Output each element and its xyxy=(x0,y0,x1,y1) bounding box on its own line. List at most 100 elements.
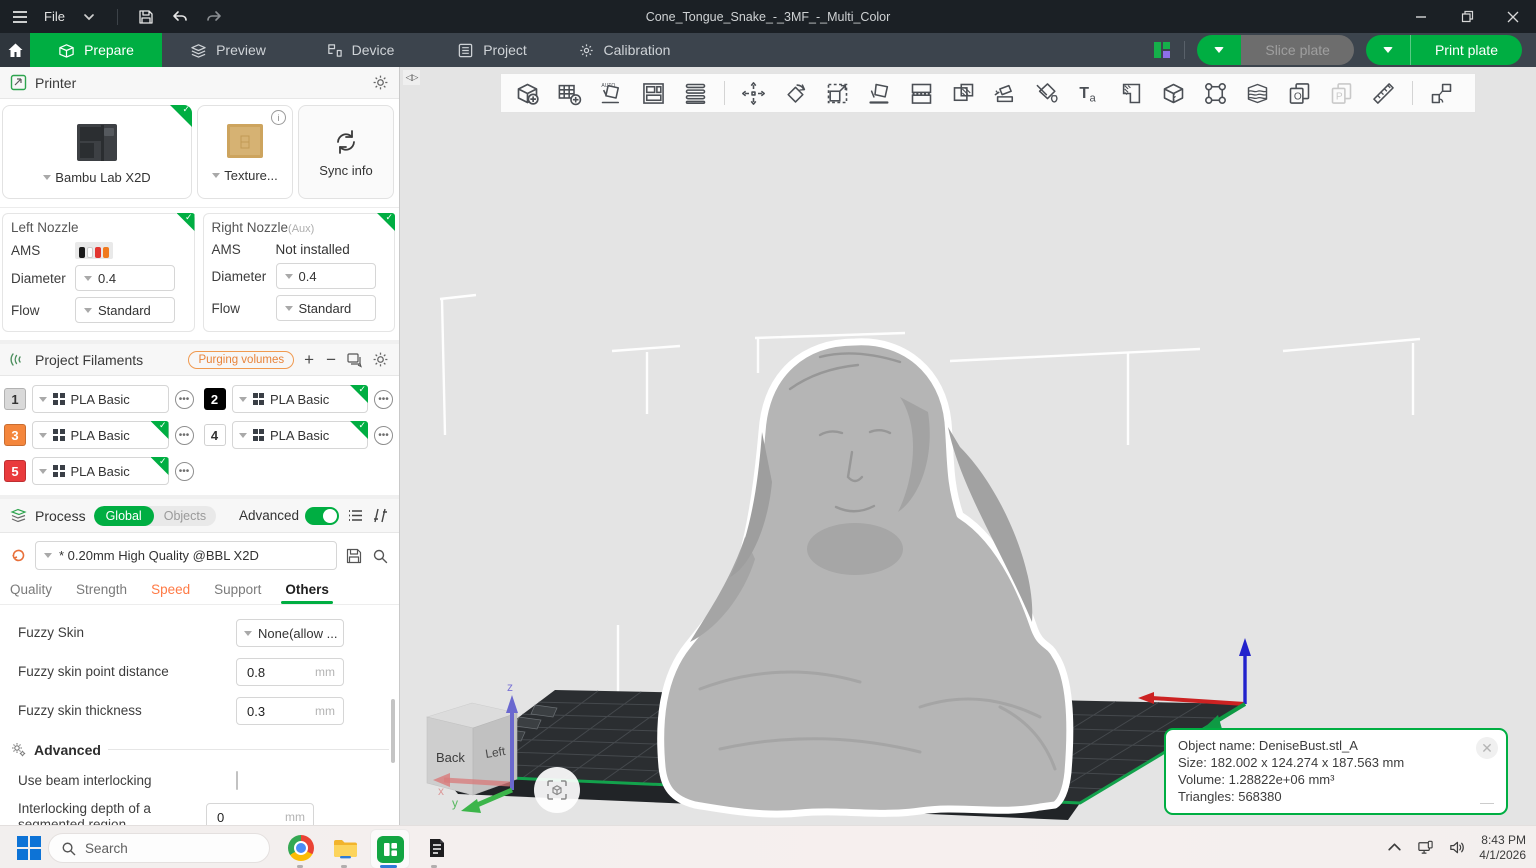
right-diameter-select[interactable]: 0.4 xyxy=(276,263,376,289)
bambu-studio-app-icon[interactable] xyxy=(370,829,410,868)
filament-select[interactable]: PLA Basic xyxy=(232,421,369,449)
file-menu[interactable]: File xyxy=(44,9,65,24)
left-flow-select[interactable]: Standard xyxy=(75,297,175,323)
slice-plate-button[interactable]: Slice plate xyxy=(1241,35,1354,65)
tab-quality[interactable]: Quality xyxy=(10,582,52,604)
filament-select[interactable]: PLA Basic xyxy=(32,457,169,485)
filament-options-button[interactable]: ••• xyxy=(374,390,393,409)
parameter-table-icon[interactable] xyxy=(347,507,364,524)
filament-color-badge[interactable]: 5 xyxy=(4,460,26,482)
filament-color-badge[interactable]: 2 xyxy=(204,388,226,410)
filament-options-button[interactable]: ••• xyxy=(374,426,393,445)
lay-on-face-icon[interactable] xyxy=(863,77,896,109)
cube-face-back-label[interactable]: Back xyxy=(436,750,465,765)
cut-icon[interactable] xyxy=(989,77,1022,109)
process-preset-select[interactable]: * 0.20mm High Quality @BBL X2D xyxy=(35,541,337,570)
purging-volumes-button[interactable]: Purging volumes xyxy=(188,351,294,369)
tab-device[interactable]: Device xyxy=(294,33,426,67)
navigation-cube[interactable]: Back Left z x y xyxy=(427,680,518,813)
filament-select[interactable]: PLA Basic xyxy=(232,385,369,413)
save-icon[interactable] xyxy=(136,7,156,27)
mesh-boolean-icon[interactable] xyxy=(1157,77,1190,109)
split-to-objects-icon[interactable] xyxy=(679,77,712,109)
redo-icon[interactable] xyxy=(204,7,224,27)
filament-settings-gear-icon[interactable] xyxy=(372,351,389,368)
paste-icon[interactable]: P xyxy=(1325,77,1358,109)
tab-preview[interactable]: Preview xyxy=(162,33,294,67)
viewport-3d[interactable]: ◁▷ AUTO Ta O P xyxy=(400,67,1536,825)
filament-options-button[interactable]: ••• xyxy=(175,426,194,445)
info-panel-close-icon[interactable]: ✕ xyxy=(1476,737,1498,759)
speaker-icon[interactable] xyxy=(1448,839,1465,856)
compare-presets-icon[interactable] xyxy=(372,507,389,524)
objects-segment[interactable]: Objects xyxy=(154,506,216,526)
plate-dropdown-chevron[interactable] xyxy=(212,173,220,178)
home-button[interactable] xyxy=(0,33,30,67)
fuzzy-thickness-input[interactable] xyxy=(245,703,299,720)
tab-prepare[interactable]: Prepare xyxy=(30,33,162,67)
file-explorer-icon[interactable] xyxy=(330,833,360,863)
tab-strength[interactable]: Strength xyxy=(76,582,127,604)
move-icon[interactable] xyxy=(737,77,770,109)
fuzzy-skin-select[interactable]: None(allow ... xyxy=(236,619,344,647)
arrange-icon[interactable] xyxy=(637,77,670,109)
plate-info-icon[interactable]: i xyxy=(271,110,286,125)
view-mode-orb-button[interactable] xyxy=(534,767,580,813)
rotate-icon[interactable] xyxy=(779,77,812,109)
text-icon[interactable]: Ta xyxy=(1073,77,1106,109)
global-segment[interactable]: Global xyxy=(94,506,154,526)
slice-options-chevron[interactable] xyxy=(1197,35,1241,65)
clock[interactable]: 8:43 PM 4/1/2026 xyxy=(1479,833,1526,863)
notepad-app-icon[interactable] xyxy=(422,833,452,863)
hamburger-menu-icon[interactable] xyxy=(10,7,30,27)
interlocking-depth-input[interactable] xyxy=(215,809,269,826)
remove-filament-button[interactable]: − xyxy=(324,351,338,368)
use-beam-interlocking-checkbox[interactable] xyxy=(236,771,238,790)
taskbar-search[interactable]: Search xyxy=(48,833,270,863)
sync-info-button[interactable]: Sync info xyxy=(298,105,394,199)
add-object-icon[interactable] xyxy=(511,77,544,109)
plate-layout-icon[interactable] xyxy=(1152,40,1172,60)
color-paint-icon[interactable] xyxy=(1031,77,1064,109)
print-options-chevron[interactable] xyxy=(1366,35,1410,65)
close-button[interactable] xyxy=(1490,0,1536,33)
scale-icon[interactable] xyxy=(821,77,854,109)
filament-color-badge[interactable]: 4 xyxy=(204,424,226,446)
tray-chevron-up-icon[interactable] xyxy=(1386,839,1403,856)
network-devices-icon[interactable] xyxy=(1417,839,1434,856)
fuzzy-point-distance-input[interactable] xyxy=(245,664,299,681)
filament-color-badge[interactable]: 3 xyxy=(4,424,26,446)
collapse-sidebar-icon[interactable]: ◁▷ xyxy=(403,70,420,85)
variable-layer-height-icon[interactable] xyxy=(1241,77,1274,109)
tab-speed[interactable]: Speed xyxy=(151,582,190,604)
split-plate-icon[interactable] xyxy=(905,77,938,109)
undo-icon[interactable] xyxy=(170,7,190,27)
filament-options-button[interactable]: ••• xyxy=(175,462,194,481)
tab-support[interactable]: Support xyxy=(214,582,261,604)
save-preset-icon[interactable] xyxy=(345,547,363,565)
measure-icon[interactable] xyxy=(1367,77,1400,109)
filament-select[interactable]: PLA Basic xyxy=(32,385,169,413)
ams-spools-icon[interactable] xyxy=(75,242,113,259)
printer-select-card[interactable]: Bambu Lab X2D xyxy=(2,105,192,199)
auto-orient-icon[interactable]: AUTO xyxy=(595,77,628,109)
restore-button[interactable] xyxy=(1444,0,1490,33)
sidebar-scrollbar-thumb[interactable] xyxy=(391,699,395,763)
plate-type-card[interactable]: i Texture... xyxy=(197,105,293,199)
clone-icon[interactable]: O xyxy=(1283,77,1316,109)
add-filament-button[interactable]: + xyxy=(302,351,316,368)
tab-calibration[interactable]: Calibration xyxy=(558,33,690,67)
assembly-icon[interactable] xyxy=(1425,77,1458,109)
filament-options-button[interactable]: ••• xyxy=(175,390,194,409)
boolean-icon[interactable] xyxy=(947,77,980,109)
filament-select[interactable]: PLA Basic xyxy=(32,421,169,449)
printer-settings-gear-icon[interactable] xyxy=(372,74,389,91)
tab-project[interactable]: Project xyxy=(426,33,558,67)
chrome-app-icon[interactable] xyxy=(286,833,316,863)
minimize-button[interactable] xyxy=(1398,0,1444,33)
add-plate-icon[interactable] xyxy=(553,77,586,109)
advanced-toggle[interactable] xyxy=(305,507,339,525)
tab-others[interactable]: Others xyxy=(285,582,329,604)
left-diameter-select[interactable]: 0.4 xyxy=(75,265,175,291)
filament-color-badge[interactable]: 1 xyxy=(4,388,26,410)
